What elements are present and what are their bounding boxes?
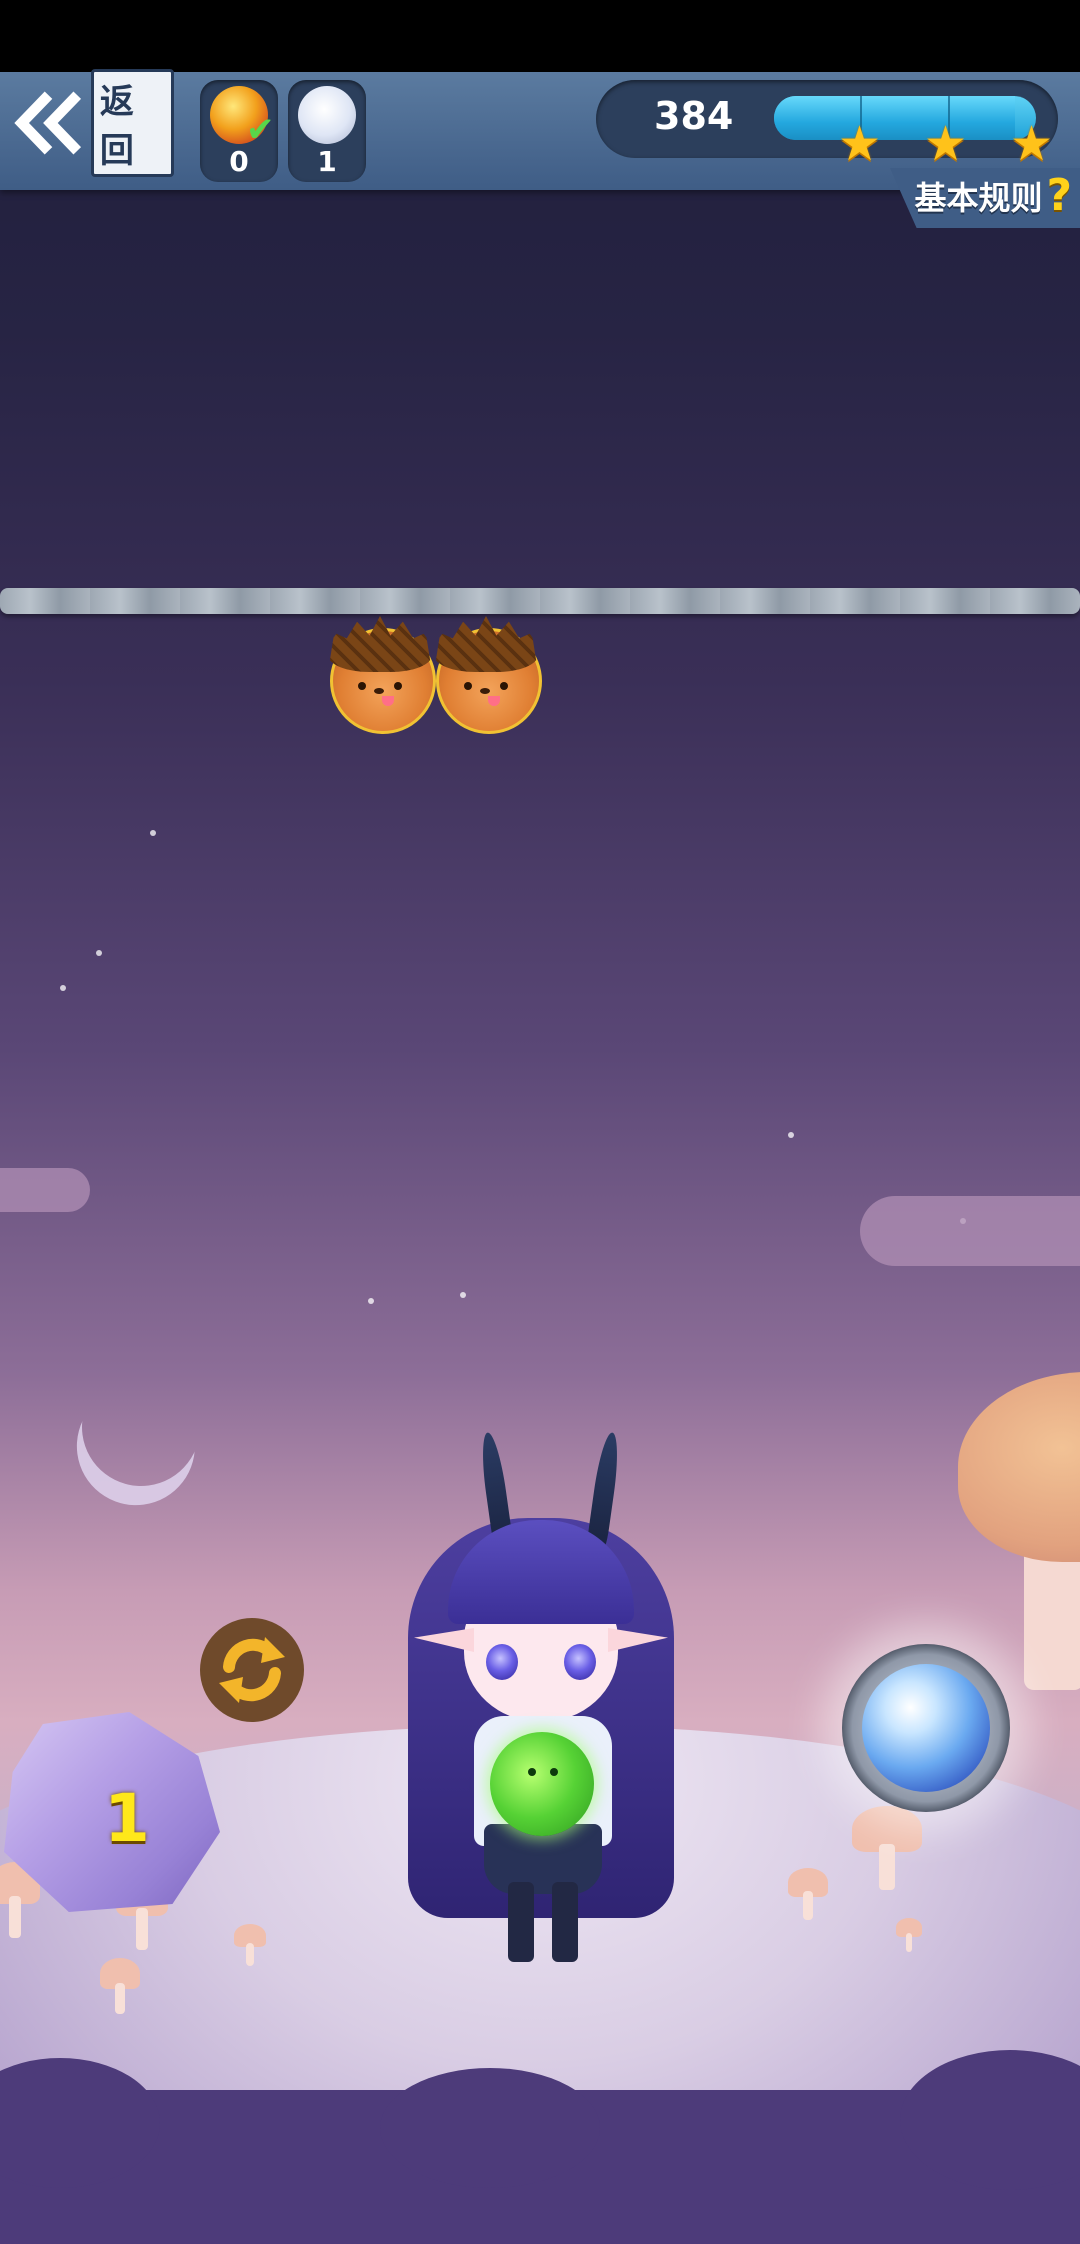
checkmark-icon: ✔ [246, 110, 275, 150]
rules-button[interactable]: 基本规则 ? [914, 170, 1072, 221]
back-label: 返回 [90, 69, 174, 177]
booster-count: 1 [317, 145, 337, 178]
next-bubble-launcher[interactable] [842, 1644, 1010, 1812]
bush [380, 2068, 600, 2188]
score-progress-bar [774, 96, 1036, 140]
game-screen: 返回 ✔ 0 1 384 ★ ★ ★ 基本规则 ? 1 [0, 0, 1080, 2244]
booster-slot-gold[interactable]: ✔ 0 [200, 80, 278, 182]
ceiling-rail [0, 588, 1080, 614]
mushroom [896, 1918, 922, 1952]
acorn-bubble [434, 616, 542, 734]
acorn-bubble [328, 616, 436, 734]
score-value: 384 [654, 94, 734, 138]
mushroom [788, 1868, 828, 1920]
back-button[interactable]: 返回 [14, 69, 174, 177]
rules-label: 基本规则 [914, 178, 1043, 217]
sky-star [60, 985, 66, 991]
sky-star [96, 950, 102, 956]
mushroom [852, 1806, 922, 1890]
star-icon: ★ [838, 116, 882, 172]
sky-star [368, 1298, 374, 1304]
glass-orb-bubble [862, 1664, 990, 1792]
question-icon: ? [1046, 170, 1072, 221]
progress-fill [774, 96, 1016, 140]
double-chevron-left-icon [14, 91, 82, 155]
booster-count: 0 [229, 145, 249, 178]
score-panel: 384 [596, 80, 1058, 158]
star-icon: ★ [924, 116, 968, 172]
swap-arrows-icon [219, 1637, 285, 1703]
booster-slot-bunny[interactable]: 1 [288, 80, 366, 182]
white-bunny-icon [298, 86, 356, 144]
cloud [860, 1196, 1080, 1266]
swap-button[interactable] [200, 1618, 304, 1722]
character-girl [386, 1431, 696, 1992]
ammo-count: 1 [104, 1780, 150, 1857]
status-bar [0, 0, 1080, 72]
sky-star [150, 830, 156, 836]
star-icon: ★ [1010, 116, 1054, 172]
mushroom [234, 1924, 266, 1966]
current-bubble-green-dino [490, 1732, 594, 1836]
mushroom [100, 1958, 140, 2014]
cloud [0, 1168, 90, 1212]
sky-star [460, 1292, 466, 1298]
sky-star [788, 1132, 794, 1138]
